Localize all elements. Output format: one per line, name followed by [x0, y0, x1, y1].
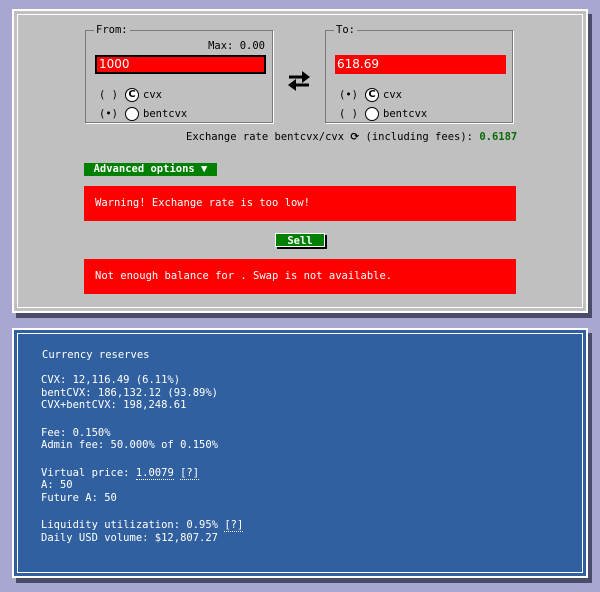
cvx-coin-icon: C [125, 88, 139, 102]
amplification: A: 50 [41, 479, 73, 491]
liquidity-utilization: Liquidity utilization: 0.95% [?] [41, 519, 244, 532]
liquidity-label: Liquidity utilization: 0.95% [41, 519, 219, 531]
to-option-bentcvx[interactable]: ( ) bentcvx [339, 107, 427, 121]
radio-button[interactable]: ( ) [339, 108, 365, 120]
swap-panel: From: Max: 0.00 1000 ( ) C cvx (•) bentc… [12, 9, 588, 313]
fee: Fee: 0.150% [41, 426, 111, 439]
option-label: bentcvx [383, 108, 428, 120]
option-label: bentcvx [143, 108, 188, 120]
to-amount-input[interactable]: 618.69 [335, 55, 506, 74]
rate-value: 0.6187 [479, 131, 518, 143]
exchange-rate: Exchange rate bentcvx/cvx ⟳ (including f… [186, 131, 517, 143]
option-label: cvx [143, 89, 162, 101]
from-option-bentcvx[interactable]: (•) bentcvx [99, 107, 187, 121]
from-legend: From: [96, 24, 128, 36]
to-legend: To: [336, 24, 355, 36]
reserves-panel: Currency reserves CVX: 12,116.49 (6.11%)… [12, 328, 588, 578]
total-reserve: CVX+bentCVX: 198,248.61 [41, 399, 187, 411]
virtual-price-label: Virtual price: [41, 466, 130, 479]
radio-button[interactable]: (•) [339, 89, 365, 101]
advanced-options-button[interactable]: Advanced options ▼ [84, 163, 217, 176]
from-box: From: Max: 0.00 1000 ( ) C cvx (•) bentc… [85, 24, 273, 123]
reserves-stats: CVX: 12,116.49 (6.11%) bentCVX: 186,132.… [41, 374, 244, 544]
balance-error: Not enough balance for . Swap is not ava… [84, 259, 516, 294]
virtual-price-help[interactable]: [?] [180, 466, 200, 480]
bentcvx-coin-icon [125, 107, 139, 121]
rate-prefix: Exchange rate bentcvx/cvx [186, 131, 345, 143]
future-amplification: Future A: 50 [41, 491, 117, 504]
sell-button[interactable]: Sell [275, 233, 325, 247]
from-amount-input[interactable]: 1000 [95, 55, 266, 74]
cvx-coin-icon: C [365, 88, 379, 102]
virtual-price: Virtual price: 1.0079 [?] [41, 466, 243, 480]
liquidity-help[interactable]: [?] [224, 519, 244, 532]
to-option-cvx[interactable]: (•) C cvx [339, 88, 402, 102]
rate-suffix: (including fees): [365, 131, 473, 143]
admin-fee: Admin fee: 50.000% of 0.150% [41, 439, 219, 451]
bentcvx-coin-icon [365, 107, 379, 121]
refresh-icon[interactable]: ⟳ [350, 131, 359, 143]
radio-button[interactable]: ( ) [99, 89, 125, 101]
bentcvx-reserve: bentCVX: 186,132.12 (93.89%) [41, 386, 219, 399]
swap-arrows-icon[interactable] [286, 70, 312, 92]
max-balance[interactable]: Max: 0.00 [208, 40, 265, 52]
reserves-title: Currency reserves [42, 349, 150, 361]
from-option-cvx[interactable]: ( ) C cvx [99, 88, 162, 102]
virtual-price-value[interactable]: 1.0079 [135, 466, 174, 480]
option-label: cvx [383, 89, 402, 101]
to-box: To: 618.69 (•) C cvx ( ) bentcvx [325, 24, 513, 123]
cvx-reserve: CVX: 12,116.49 (6.11%) [41, 374, 181, 386]
radio-button[interactable]: (•) [99, 108, 125, 120]
exchange-rate-warning: Warning! Exchange rate is too low! [84, 186, 516, 221]
daily-volume: Daily USD volume: $12,807.27 [41, 531, 219, 544]
